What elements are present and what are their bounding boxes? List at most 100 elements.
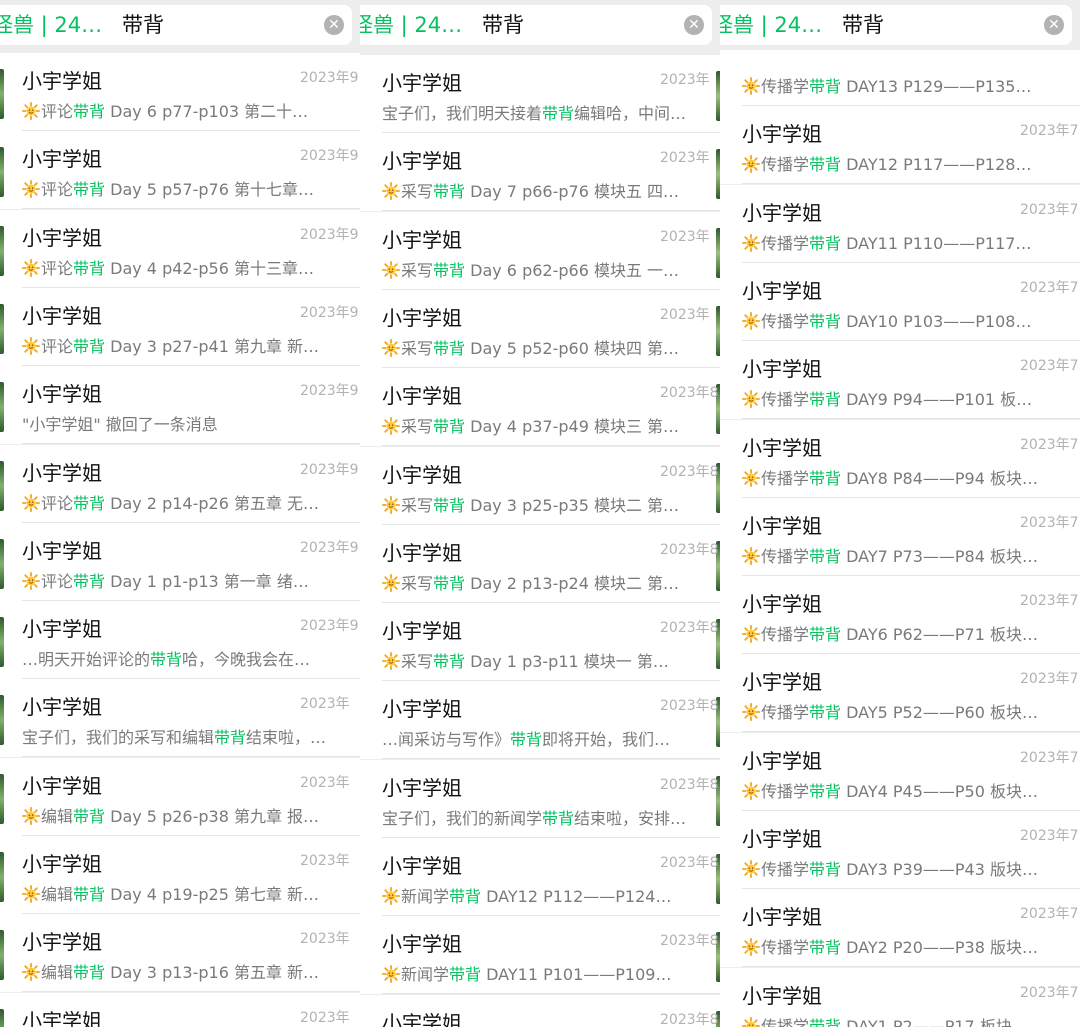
sun-emoji-icon	[742, 390, 760, 409]
message-row[interactable]: 小宇学姐 2023年8 采写带背 Day 2 p13-p24 模块二 第…	[360, 524, 720, 603]
sender-name: 小宇学姐	[22, 225, 102, 250]
preview-text: 采写	[401, 417, 434, 437]
search-filter-chip[interactable]: 怪兽 | 24新…	[720, 5, 832, 45]
message-row[interactable]: 小宇学姐 2023年9 评论带背 Day 5 p57-p76 第十七章…	[0, 131, 360, 210]
message-row[interactable]: 小宇学姐 2023年8 …闻采访与写作》带背即将开始，我们…	[360, 681, 720, 760]
message-row[interactable]: 小宇学姐 2023年 编辑带背 Day 3 p13-p16 第五章 新…	[0, 914, 360, 993]
search-filter-chip[interactable]: 怪兽 | 24新…	[0, 5, 112, 45]
keyword-highlight: 带背	[73, 102, 106, 121]
message-row[interactable]: 小宇学姐 2023年8 采写带背 Day 4 p37-p49 模块三 第…	[360, 368, 720, 447]
search-query[interactable]: 带背	[482, 5, 524, 45]
preview-text-rest: 哈，今晚我会在…	[182, 650, 311, 670]
message-row[interactable]: 小宇学姐 2023年9 评论带背 Day 4 p42-p56 第十三章…	[0, 209, 360, 288]
message-preview: 传播学带背 DAY3 P39——P43 版块…	[742, 856, 1060, 880]
message-row[interactable]: 小宇学姐 2023年7 传播学带背 DAY4 P45——P50 板块…	[720, 732, 1080, 811]
keyword-highlight: 带背	[809, 233, 842, 253]
message-row[interactable]: 小宇学姐 2023年 编辑带背 Day 5 p26-p38 第九章 报…	[0, 757, 360, 836]
message-row[interactable]: 小宇学姐 2023年9 评论带背 Day 2 p14-p26 第五章 无…	[0, 444, 360, 523]
sender-name: 小宇学姐	[382, 1010, 462, 1027]
sender-name: 小宇学姐	[742, 122, 822, 147]
preview-text-rest: DAY12 P117——P128…	[841, 155, 1032, 175]
preview-text: 传播学	[761, 546, 810, 566]
keyword-highlight: 带背	[73, 180, 106, 200]
search-input[interactable]: 怪兽 | 24新…带背 ✕	[0, 5, 352, 45]
message-row[interactable]: 小宇学姐 2023年9 评论带背 Day 6 p77-p103 第二十…	[0, 53, 360, 131]
message-row[interactable]: 小宇学姐 2023年8 新闻学带背 DAY12 P112——P124…	[360, 838, 720, 916]
message-date: 2023年7	[1020, 749, 1079, 766]
clear-search-icon[interactable]: ✕	[684, 15, 704, 35]
sender-name: 小宇学姐	[742, 435, 822, 460]
message-date: 2023年7	[1020, 984, 1079, 1001]
preview-text-rest: Day 1 p3-p11 模块一 第…	[465, 652, 669, 672]
message-row[interactable]: 小宇学姐 2023年8 新闻学带背 DAY11 P101——P109…	[360, 916, 720, 995]
message-date: 2023年7	[1020, 358, 1079, 375]
message-row[interactable]: 小宇学姐 2023年9 "小宇学姐" 撤回了一条消息	[0, 366, 360, 445]
message-date: 2023年9	[300, 70, 359, 86]
message-row[interactable]: 小宇学姐 2023年7 传播学带背 DAY9 P94——P101 板…	[720, 341, 1080, 420]
search-input[interactable]: 怪兽 | 24新…带背 ✕	[720, 5, 1072, 45]
message-date: 2023年	[660, 306, 710, 323]
preview-text-rest: Day 6 p62-p66 模块五 一…	[465, 260, 680, 280]
keyword-highlight: 带背	[73, 885, 106, 904]
message-row[interactable]: 小宇学姐 2023年8 采写带背 Day 1 p3-p11 模块一 第…	[360, 603, 720, 682]
preview-text: 采写	[401, 495, 434, 515]
message-preview: 编辑带背 Day 4 p19-p25 第七章 新…	[22, 881, 340, 905]
message-row[interactable]: 小宇学姐 2023年9 评论带背 Day 1 p1-p13 第一章 绪…	[0, 522, 360, 601]
preview-text-rest: Day 4 p19-p25 第七章 新…	[105, 885, 320, 904]
search-filter-chip[interactable]: 怪兽 | 24新…	[360, 5, 472, 45]
message-row[interactable]: 小宇学姐 2023年 编辑带背 Day 4 p19-p25 第七章 新…	[0, 836, 360, 914]
message-row[interactable]: 小宇学姐 2023年7 传播学带背 DAY2 P20——P38 版块…	[720, 889, 1080, 968]
message-row[interactable]: 小宇学姐 2023年 宝子们，我们明天接着带背编辑哈，中间…	[360, 55, 720, 133]
message-row[interactable]: 小宇学姐 2023年7 传播学带背 DAY1 P2——P17 板块…	[720, 967, 1080, 1027]
message-preview: 新闻学带背 DAY11 P101——P109…	[382, 961, 700, 985]
message-row[interactable]: 小宇学姐 2023年9 …明天开始评论的带背哈，今晚我会在…	[0, 601, 360, 680]
preview-text-rest: Day 3 p25-p35 模块二 第…	[465, 495, 680, 515]
preview-text: 传播学	[761, 390, 810, 410]
message-row[interactable]: 小宇学姐 2023年7 传播学带背 DAY11 P110——P117…	[720, 184, 1080, 263]
preview-text: 传播学	[761, 625, 810, 645]
clear-search-icon[interactable]: ✕	[324, 15, 344, 35]
message-date: 2023年9	[300, 618, 359, 635]
clear-search-icon[interactable]: ✕	[1044, 15, 1064, 35]
sun-emoji-icon	[22, 885, 40, 903]
search-bar: 怪兽 | 24新…带背 ✕	[360, 0, 720, 50]
preview-text-rest: Day 5 p52-p60 模块四 第…	[465, 338, 680, 358]
message-row[interactable]: 小宇学姐 2023年7 传播学带背 DAY7 P73——P84 板块…	[720, 497, 1080, 576]
search-input[interactable]: 怪兽 | 24新…带背 ✕	[360, 5, 712, 45]
message-row[interactable]: 小宇学姐 2023年9 评论带背 Day 3 p27-p41 第九章 新…	[0, 287, 360, 366]
sun-emoji-icon	[382, 182, 400, 201]
message-row[interactable]: 小宇学姐 2023年7 传播学带背 DAY3 P39——P43 版块…	[720, 811, 1080, 889]
message-row[interactable]: 小宇学姐 2023年 采写带背 Day 7 p66-p76 模块五 四…	[360, 133, 720, 212]
message-date: 2023年7	[1020, 828, 1079, 844]
search-query[interactable]: 带背	[842, 5, 884, 45]
preview-text-rest: Day 4 p42-p56 第十三章…	[105, 258, 314, 278]
sender-name: 小宇学姐	[22, 773, 102, 798]
sender-name: 小宇学姐	[22, 460, 102, 485]
keyword-highlight: 带背	[73, 336, 106, 356]
message-date: 2023年8	[660, 620, 719, 637]
search-query[interactable]: 带背	[122, 5, 164, 45]
message-preview: …明天开始评论的带背哈，今晚我会在…	[22, 646, 340, 670]
message-row[interactable]: 小宇学姐 2023年8 采写带背 Day 3 p25-p35 模块二 第…	[360, 446, 720, 525]
sender-name: 小宇学姐	[742, 748, 822, 773]
message-row[interactable]: 小宇学姐 2023年	[0, 992, 360, 1027]
message-row[interactable]: 小宇学姐 2023年7 传播学带背 DAY10 P103——P108…	[720, 262, 1080, 341]
message-preview: 传播学带背 DAY1 P2——P17 板块…	[742, 1013, 1060, 1027]
message-row[interactable]: 小宇学姐 2023年 宝子们，我们的采写和编辑带背结束啦，…	[0, 679, 360, 758]
message-row[interactable]: 小宇学姐 2023年8	[360, 994, 720, 1027]
message-row[interactable]: 小宇学姐 2023年7 传播学带背 DAY12 P117——P128…	[720, 106, 1080, 185]
message-preview: 传播学带背 DAY11 P110——P117…	[742, 230, 1060, 254]
message-row[interactable]: 小宇学姐 2023年7 传播学带背 DAY8 P84——P94 板块…	[720, 419, 1080, 498]
search-result-list: 小宇学姐 2023年 宝子们，我们明天接着带背编辑哈，中间… 小宇学姐 2023年 采写带…	[360, 50, 720, 1027]
sender-name: 小宇学姐	[382, 462, 462, 487]
message-row[interactable]: 小宇学姐 2023年 采写带背 Day 6 p62-p66 模块五 一…	[360, 211, 720, 290]
message-row[interactable]: 小宇学姐 2023年 采写带背 Day 5 p52-p60 模块四 第…	[360, 289, 720, 368]
message-row[interactable]: 小宇学姐 2023年7 传播学带背 DAY5 P52——P60 板块…	[720, 654, 1080, 733]
preview-text-rest: Day 7 p66-p76 模块五 四…	[465, 182, 680, 202]
preview-text: 评论	[41, 571, 74, 591]
message-row[interactable]: 小宇学姐 2023年7 传播学带背 DAY6 P62——P71 板块…	[720, 576, 1080, 655]
message-preview: 传播学带背 DAY6 P62——P71 板块…	[742, 621, 1060, 645]
preview-text: "小宇学姐" 撤回了一条消息	[22, 415, 218, 435]
message-row[interactable]: 小宇学姐 2023年8 宝子们，我们的新闻学带背结束啦，安排…	[360, 759, 720, 838]
message-preview: 采写带背 Day 5 p52-p60 模块四 第…	[382, 335, 700, 359]
